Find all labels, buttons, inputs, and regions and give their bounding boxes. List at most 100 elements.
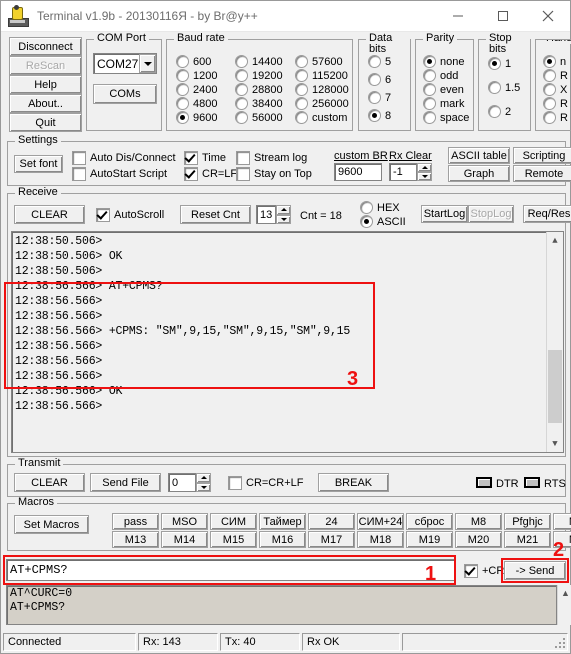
graph-button[interactable]: Graph bbox=[448, 165, 510, 182]
baud-custom[interactable]: custom bbox=[295, 111, 347, 124]
macro-button-17[interactable]: M17 bbox=[308, 531, 355, 548]
macro-button-5[interactable]: 24 bbox=[308, 513, 355, 530]
time-checkbox[interactable]: Time bbox=[184, 151, 226, 165]
baud-38400[interactable]: 38400 bbox=[235, 97, 283, 110]
stream-log-checkbox[interactable]: Stream log bbox=[236, 151, 307, 165]
dtr-led[interactable] bbox=[476, 477, 492, 488]
custom-br-input[interactable]: 9600 bbox=[334, 163, 382, 181]
baud-57600[interactable]: 57600 bbox=[295, 55, 343, 68]
disconnect-button[interactable]: Disconnect bbox=[9, 37, 82, 56]
autoscroll-checkbox[interactable]: AutoScroll bbox=[96, 208, 164, 222]
close-button[interactable] bbox=[525, 1, 570, 31]
reset-cnt-button[interactable]: Reset Cnt bbox=[180, 205, 251, 224]
cr-lf-checkbox[interactable]: CR=LF bbox=[184, 167, 237, 181]
send-input[interactable]: AT+CPMS? bbox=[6, 559, 456, 581]
rts-led[interactable] bbox=[524, 477, 540, 488]
macro-button-9[interactable]: Pfghjc bbox=[504, 513, 551, 530]
baud-19200[interactable]: 19200 bbox=[235, 69, 283, 82]
scroll-up-icon[interactable]: ▲ bbox=[547, 232, 563, 249]
ascii-radio[interactable]: ASCII bbox=[360, 215, 406, 228]
baud-28800[interactable]: 28800 bbox=[235, 83, 283, 96]
set-font-button[interactable]: Set font bbox=[14, 155, 63, 173]
autostart-script-checkbox[interactable]: AutoStart Script bbox=[72, 167, 167, 181]
hex-radio[interactable]: HEX bbox=[360, 201, 400, 214]
receive-clear-button[interactable]: CLEAR bbox=[14, 205, 85, 224]
rx-clear-up-icon[interactable] bbox=[417, 163, 432, 172]
maximize-button[interactable] bbox=[480, 1, 525, 31]
rx-clear-spinner[interactable]: -1 bbox=[389, 163, 432, 181]
data-bits-7[interactable]: 7 bbox=[368, 91, 391, 104]
parity-space[interactable]: space bbox=[423, 111, 469, 124]
macro-button-13[interactable]: M13 bbox=[112, 531, 159, 548]
data-bits-6[interactable]: 6 bbox=[368, 73, 391, 86]
parity-mark[interactable]: mark bbox=[423, 97, 464, 110]
scroll-down-icon[interactable]: ▼ bbox=[547, 435, 563, 452]
about-button[interactable]: About.. bbox=[9, 94, 82, 113]
terminal-scroll-thumb[interactable] bbox=[548, 350, 562, 423]
parity-odd[interactable]: odd bbox=[423, 69, 458, 82]
com-port-select[interactable]: COM27 bbox=[93, 53, 157, 74]
cnt-spinner[interactable]: 13 bbox=[256, 205, 291, 224]
baud-56000[interactable]: 56000 bbox=[235, 111, 283, 124]
send-file-button[interactable]: Send File bbox=[90, 473, 161, 492]
baud-2400[interactable]: 2400 bbox=[176, 83, 217, 96]
repeat-spinner[interactable]: 0 bbox=[168, 473, 211, 492]
macro-button-7[interactable]: сброс bbox=[406, 513, 453, 530]
req-res-button[interactable]: Req/Res bbox=[523, 205, 571, 223]
baud-9600[interactable]: 9600 bbox=[176, 111, 217, 124]
baud-115200[interactable]: 115200 bbox=[295, 69, 348, 82]
baud-256000[interactable]: 256000 bbox=[295, 97, 349, 110]
stay-on-top-checkbox[interactable]: Stay on Top bbox=[236, 167, 312, 181]
handshaking-none[interactable]: n bbox=[543, 55, 566, 68]
rescan-button[interactable]: ReScan bbox=[9, 56, 82, 75]
macro-button-20[interactable]: M20 bbox=[455, 531, 502, 548]
stop-bits-2[interactable]: 2 bbox=[488, 105, 511, 118]
ascii-table-button[interactable]: ASCII table bbox=[448, 147, 510, 164]
macro-button-14[interactable]: M14 bbox=[161, 531, 208, 548]
macro-button-15[interactable]: M15 bbox=[210, 531, 257, 548]
send-button[interactable]: -> Send bbox=[504, 561, 566, 580]
cnt-spinner-value[interactable]: 13 bbox=[256, 205, 276, 224]
minimize-button[interactable] bbox=[435, 1, 480, 31]
stoplog-button[interactable]: StopLog bbox=[468, 205, 514, 223]
macro-button-19[interactable]: M19 bbox=[406, 531, 453, 548]
repeat-up-icon[interactable] bbox=[196, 473, 211, 483]
macro-button-6[interactable]: СИМ+24 bbox=[357, 513, 404, 530]
cnt-up-icon[interactable] bbox=[276, 205, 291, 215]
macro-button-3[interactable]: СИМ bbox=[210, 513, 257, 530]
history-textarea[interactable]: AT^CURC=0 AT+CPMS? bbox=[6, 585, 557, 625]
remote-button[interactable]: Remote bbox=[513, 165, 571, 182]
repeat-down-icon[interactable] bbox=[196, 482, 211, 492]
help-button[interactable]: Help bbox=[9, 75, 82, 94]
repeat-value[interactable]: 0 bbox=[168, 473, 196, 492]
macro-button-2[interactable]: MSO bbox=[161, 513, 208, 530]
handshaking-rts-tog[interactable]: R bbox=[543, 111, 568, 124]
baud-600[interactable]: 600 bbox=[176, 55, 211, 68]
macro-button-8[interactable]: M8 bbox=[455, 513, 502, 530]
cr-crlf-checkbox[interactable]: CR=CR+LF bbox=[228, 476, 303, 490]
scripting-button[interactable]: Scripting bbox=[513, 147, 571, 164]
macro-button-1[interactable]: pass bbox=[112, 513, 159, 530]
break-button[interactable]: BREAK bbox=[318, 473, 389, 492]
parity-even[interactable]: even bbox=[423, 83, 464, 96]
handshaking-rts-cts[interactable]: R bbox=[543, 69, 568, 82]
parity-none[interactable]: none bbox=[423, 55, 464, 68]
quit-button[interactable]: Quit bbox=[9, 113, 82, 132]
stop-bits-1-5[interactable]: 1.5 bbox=[488, 81, 520, 94]
startlog-button[interactable]: StartLog bbox=[421, 205, 468, 223]
macro-button-10[interactable]: M1 bbox=[553, 513, 571, 530]
baud-4800[interactable]: 4800 bbox=[176, 97, 217, 110]
set-macros-button[interactable]: Set Macros bbox=[14, 515, 89, 534]
history-scroll-up-icon[interactable]: ▲ bbox=[558, 585, 571, 600]
handshaking-xon-xoff[interactable]: X bbox=[543, 83, 567, 96]
coms-button[interactable]: COMs bbox=[93, 84, 157, 104]
history-scrollbar[interactable]: ▲ bbox=[557, 585, 571, 625]
macro-button-4[interactable]: Таймер bbox=[259, 513, 306, 530]
cnt-down-icon[interactable] bbox=[276, 214, 291, 224]
macro-button-21[interactable]: M21 bbox=[504, 531, 551, 548]
data-bits-8[interactable]: 8 bbox=[368, 109, 391, 122]
macro-button-16[interactable]: M16 bbox=[259, 531, 306, 548]
handshaking-rts-xon[interactable]: R bbox=[543, 97, 568, 110]
baud-1200[interactable]: 1200 bbox=[176, 69, 217, 82]
baud-128000[interactable]: 128000 bbox=[295, 83, 349, 96]
